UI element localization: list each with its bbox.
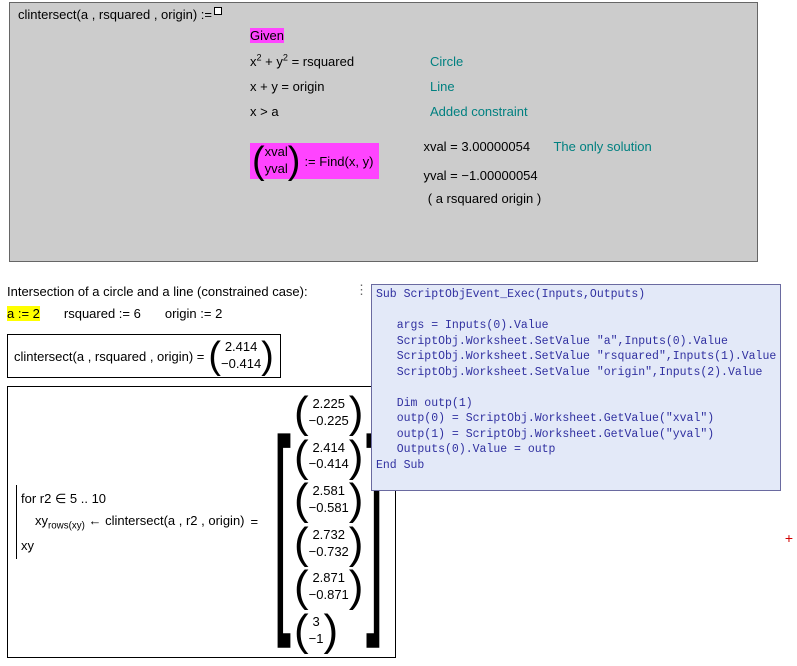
assign-line: xyrows(xy) ← clintersect(a , r2 , origin…	[21, 513, 245, 532]
assign-a: a := 2	[7, 306, 40, 321]
equation-constraint: x > a	[250, 104, 430, 119]
equation-line: x + y = origin	[250, 79, 430, 94]
script-code: Sub ScriptObjEvent_Exec(Inputs,Outputs) …	[376, 288, 776, 472]
return-row: ( a rsquared origin )	[220, 191, 749, 206]
result-matrix: [ (2.225−0.225)(2.414−0.414)(2.581−0.581…	[270, 393, 387, 651]
program-region[interactable]: for r2 ∈ 5 .. 10 xyrows(xy) ← clintersec…	[7, 386, 396, 658]
comment-constraint: Added constraint	[430, 104, 528, 119]
result-region[interactable]: clintersect(a , rsquared , origin) = ( 2…	[7, 334, 281, 378]
matrix-cell: (2.732−0.732)	[294, 524, 363, 564]
equals-icon: =	[251, 514, 259, 529]
drag-handle-icon[interactable]: ⋮	[355, 282, 369, 298]
matrix-cell: (2.581−0.581)	[294, 480, 363, 520]
assign-rsquared: rsquared := 6	[64, 306, 141, 321]
xval-name: xval	[265, 144, 288, 161]
matrix-cell: (2.414−0.414)	[294, 437, 363, 477]
xval-output: xval = 3.00000054	[423, 139, 553, 154]
function-definition: clintersect(a , rsquared , origin) :=	[18, 7, 749, 22]
script-panel[interactable]: Sub ScriptObjEvent_Exec(Inputs,Outputs) …	[371, 284, 781, 491]
matrix-cell: (2.871−0.871)	[294, 567, 363, 607]
yval-name: yval	[265, 161, 288, 178]
solve-body: Given x2 + y2 = rsquared Circle x + y = …	[250, 28, 749, 206]
solve-block-panel[interactable]: clintersect(a , rsquared , origin) := Gi…	[9, 2, 758, 262]
matrix-stack: (2.225−0.225)(2.414−0.414)(2.581−0.581)(…	[294, 393, 363, 651]
comment-line: Line	[430, 79, 455, 94]
matrix-cell: (3−1)	[294, 611, 363, 651]
find-call: := Find(x, y)	[304, 154, 373, 169]
program-bar: for r2 ∈ 5 .. 10 xyrows(xy) ← clintersec…	[16, 485, 245, 559]
yval-output: yval = −1.00000054	[423, 168, 651, 183]
result-r2: −0.414	[221, 356, 261, 373]
crosshair-icon: +	[785, 530, 793, 546]
result-r1: 2.414	[225, 339, 258, 356]
given-keyword: Given	[250, 28, 284, 43]
return-line: xy	[21, 538, 245, 553]
comment-circle: Circle	[430, 54, 463, 69]
matrix-cell: (2.225−0.225)	[294, 393, 363, 433]
variable-assignments[interactable]: a := 2 rsquared := 6 origin := 2	[7, 306, 222, 321]
result-lhs: clintersect(a , rsquared , origin) =	[14, 349, 204, 364]
placeholder-icon	[214, 7, 222, 15]
for-line: for r2 ∈ 5 .. 10	[21, 491, 245, 507]
find-assignment: ( xval yval ) := Find(x, y)	[250, 143, 379, 179]
comment-solution: The only solution	[553, 139, 651, 154]
section-label: Intersection of a circle and a line (con…	[7, 284, 308, 299]
func-signature: clintersect(a , rsquared , origin) :=	[18, 7, 212, 22]
assign-origin: origin := 2	[165, 306, 222, 321]
equation-circle: x2 + y2 = rsquared	[250, 53, 430, 69]
